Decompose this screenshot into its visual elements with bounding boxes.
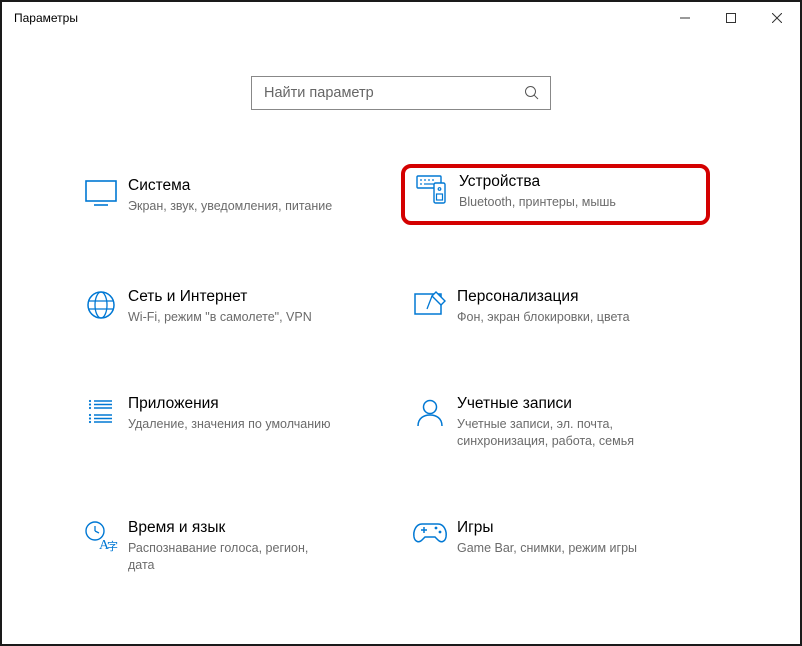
- tile-subtitle: Wi-Fi, режим "в самолете", VPN: [128, 309, 338, 326]
- tile-network[interactable]: Сеть и Интернет Wi-Fi, режим "в самолете…: [72, 281, 381, 332]
- minimize-icon: [680, 13, 690, 23]
- svg-text:字: 字: [107, 539, 118, 552]
- tile-subtitle: Учетные записи, эл. почта, синхронизация…: [457, 416, 667, 450]
- devices-icon: [409, 172, 455, 211]
- tile-title: Учетные записи: [457, 394, 704, 414]
- window-title: Параметры: [14, 11, 78, 25]
- system-icon: [78, 176, 124, 219]
- maximize-button[interactable]: [708, 2, 754, 34]
- tile-title: Персонализация: [457, 287, 704, 307]
- tile-subtitle: Bluetooth, принтеры, мышь: [459, 194, 669, 211]
- tile-devices[interactable]: Устройства Bluetooth, принтеры, мышь: [401, 164, 710, 225]
- apps-icon: [78, 394, 124, 450]
- network-icon: [78, 287, 124, 326]
- minimize-button[interactable]: [662, 2, 708, 34]
- window-controls: [662, 2, 800, 34]
- tile-title: Время и язык: [128, 518, 375, 538]
- tile-subtitle: Game Bar, снимки, режим игры: [457, 540, 667, 557]
- tile-title: Устройства: [459, 172, 702, 192]
- tile-personalization[interactable]: Персонализация Фон, экран блокировки, цв…: [401, 281, 710, 332]
- close-button[interactable]: [754, 2, 800, 34]
- titlebar: Параметры: [2, 2, 800, 34]
- tile-subtitle: Распознавание голоса, регион, дата: [128, 540, 338, 574]
- tile-title: Приложения: [128, 394, 375, 414]
- tile-time-language[interactable]: A 字 Время и язык Распознавание голоса, р…: [72, 512, 381, 580]
- tile-title: Система: [128, 176, 375, 196]
- settings-grid: Система Экран, звук, уведомления, питани…: [2, 170, 800, 580]
- time-language-icon: A 字: [78, 518, 124, 574]
- tile-apps[interactable]: Приложения Удаление, значения по умолчан…: [72, 388, 381, 456]
- tile-system[interactable]: Система Экран, звук, уведомления, питани…: [72, 170, 381, 225]
- gaming-icon: [407, 518, 453, 574]
- search-box[interactable]: [251, 76, 551, 110]
- close-icon: [772, 13, 782, 23]
- tile-title: Сеть и Интернет: [128, 287, 375, 307]
- personalization-icon: [407, 287, 453, 326]
- tile-title: Игры: [457, 518, 704, 538]
- accounts-icon: [407, 394, 453, 450]
- tile-subtitle: Фон, экран блокировки, цвета: [457, 309, 667, 326]
- tile-subtitle: Удаление, значения по умолчанию: [128, 416, 338, 433]
- search-icon: [524, 85, 540, 101]
- tile-accounts[interactable]: Учетные записи Учетные записи, эл. почта…: [401, 388, 710, 456]
- search-input[interactable]: [262, 84, 524, 102]
- maximize-icon: [726, 13, 736, 23]
- tile-gaming[interactable]: Игры Game Bar, снимки, режим игры: [401, 512, 710, 580]
- tile-subtitle: Экран, звук, уведомления, питание: [128, 198, 338, 215]
